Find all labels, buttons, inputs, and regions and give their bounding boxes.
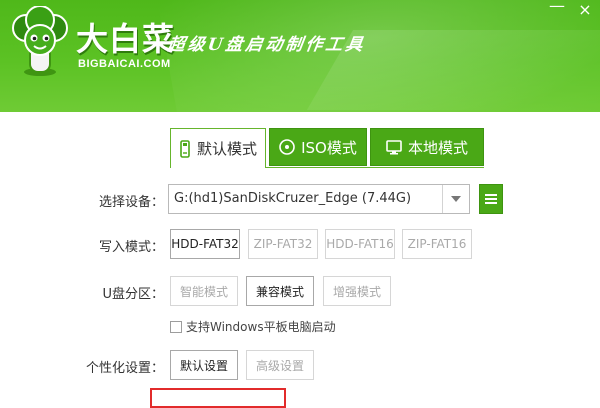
personalize-label: 个性化设置：	[85, 361, 164, 376]
partition-label: U盘分区：	[102, 287, 164, 302]
slogan: 超级U盘启动制作工具	[166, 35, 367, 55]
minimize-button[interactable]: —	[546, 0, 568, 16]
close-button[interactable]: ×	[574, 0, 596, 20]
device-select-value: G:(hd1)SanDiskCruzer_Edge (7.44G)	[174, 191, 412, 206]
start-button-highlighted[interactable]	[150, 388, 286, 408]
tablet-boot-option[interactable]: 支持Windows平板电脑启动	[170, 318, 336, 335]
disc-icon	[279, 139, 295, 155]
device-menu-button[interactable]	[479, 184, 503, 214]
partition-enhanced-mode[interactable]: 增强模式	[323, 276, 391, 306]
tab-local-mode[interactable]: 本地模式	[370, 128, 484, 166]
write-mode-hdd-fat32[interactable]: HDD-FAT32	[170, 229, 240, 259]
partition-smart-mode[interactable]: 智能模式	[170, 276, 238, 306]
write-mode-zip-fat16[interactable]: ZIP-FAT16	[402, 229, 472, 259]
tab-default-mode-label: 默认模式	[196, 140, 257, 158]
tab-iso-mode[interactable]: ISO模式	[269, 128, 367, 166]
tablet-boot-checkbox[interactable]	[170, 320, 182, 333]
device-label: 选择设备：	[98, 195, 164, 210]
dropdown-arrow[interactable]	[442, 185, 469, 213]
brand-domain: BIGBAICAI.COM	[78, 58, 171, 70]
tab-default-mode[interactable]: 默认模式	[170, 128, 266, 168]
write-mode-hdd-fat16[interactable]: HDD-FAT16	[325, 229, 395, 259]
tab-iso-mode-label: ISO模式	[301, 138, 357, 157]
monitor-icon	[386, 140, 402, 155]
partition-compat-mode[interactable]: 兼容模式	[246, 276, 314, 306]
tab-local-mode-label: 本地模式	[407, 138, 468, 157]
cabbage-mascot-logo	[12, 6, 68, 76]
menu-icon	[485, 194, 497, 204]
tablet-boot-label: 支持Windows平板电脑启动	[186, 320, 336, 334]
device-select[interactable]: G:(hd1)SanDiskCruzer_Edge (7.44G)	[168, 184, 470, 214]
brand-name: 大白菜	[76, 20, 176, 58]
usb-drive-icon	[180, 139, 190, 158]
write-mode-zip-fat32[interactable]: ZIP-FAT32	[248, 229, 318, 259]
chevron-down-icon	[451, 196, 461, 202]
write-mode-label: 写入模式：	[98, 240, 164, 255]
personalize-default[interactable]: 默认设置	[170, 350, 238, 380]
app-header: 大白菜 BIGBAICAI.COM 超级U盘启动制作工具 — ×	[0, 0, 600, 112]
personalize-advanced[interactable]: 高级设置	[246, 350, 314, 380]
